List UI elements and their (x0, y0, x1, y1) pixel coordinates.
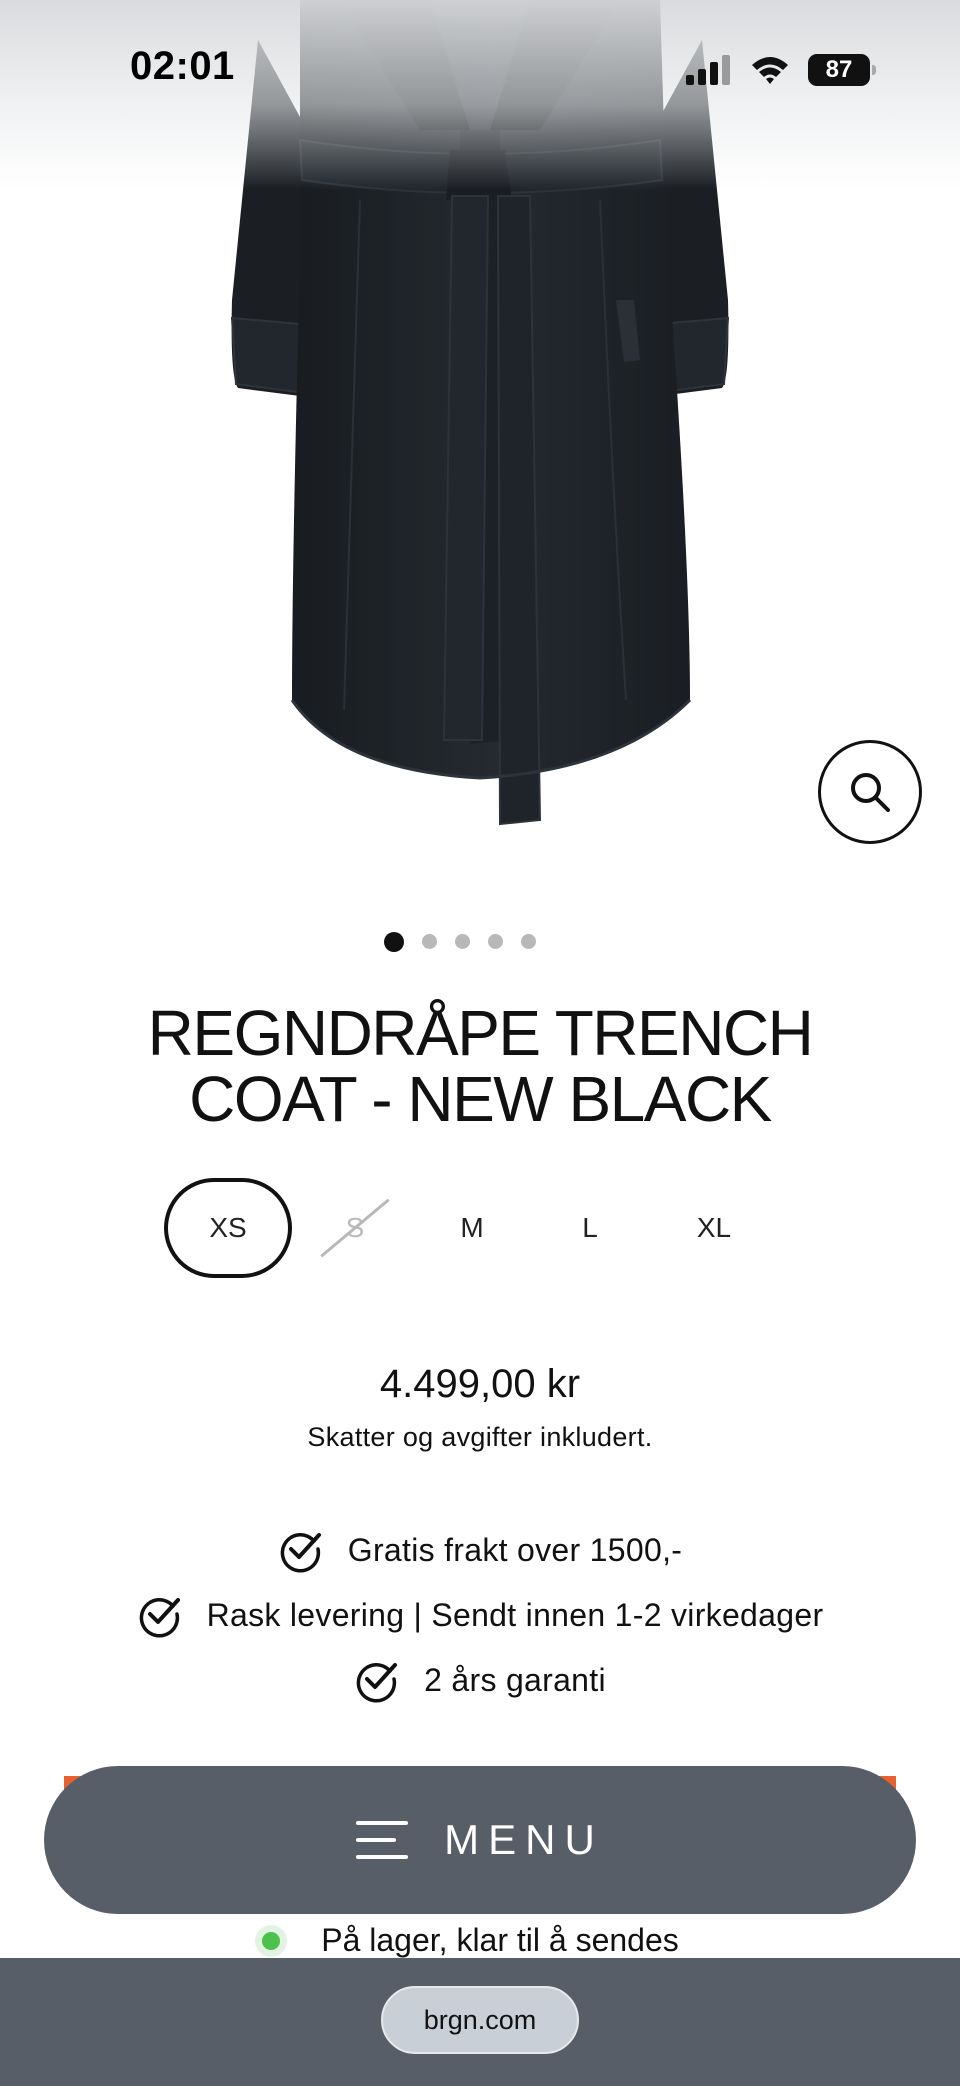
search-icon (851, 773, 890, 812)
feature-item: Gratis frakt over 1500,- (0, 1528, 960, 1573)
product-title: REGNDRÅPE TRENCH COAT - NEW BLACK (147, 997, 814, 1135)
size-selector: XS S M L XL (0, 1178, 960, 1278)
status-time: 02:01 (130, 44, 235, 88)
feature-text: Gratis frakt over 1500,- (347, 1531, 683, 1568)
status-icons: 87 (686, 50, 876, 90)
product-price: 4.499,00 kr (379, 1362, 581, 1406)
carousel-dot-4[interactable] (488, 934, 503, 949)
zoom-button[interactable] (818, 740, 922, 844)
size-label: L (582, 1212, 598, 1243)
battery-icon: 87 (808, 54, 876, 86)
feature-list: Gratis frakt over 1500,- Rask levering |… (0, 1528, 960, 1723)
wifi-icon (752, 57, 788, 84)
battery-nub (872, 65, 876, 75)
feature-item: 2 års garanti (0, 1658, 960, 1703)
size-option-s[interactable]: S (310, 1178, 400, 1278)
battery-level: 87 (825, 56, 853, 83)
stock-status: På lager, klar til å sendes (0, 1922, 947, 1959)
size-option-l[interactable]: L (548, 1178, 632, 1278)
size-label: XL (696, 1212, 732, 1243)
size-option-m[interactable]: M (430, 1178, 514, 1278)
status-bar: 02:01 87 (0, 0, 960, 140)
menu-label: MENU (444, 1816, 604, 1863)
browser-bar: brgn.com (0, 1958, 960, 2086)
menu-button[interactable]: MENU (44, 1766, 916, 1914)
url-bar[interactable]: brgn.com (381, 1986, 579, 2054)
carousel-dot-3[interactable] (455, 934, 470, 949)
url-text: brgn.com (423, 2004, 537, 2035)
unavailable-strike (320, 1198, 390, 1258)
hamburger-icon (356, 1821, 409, 1859)
size-label: XS (209, 1212, 247, 1243)
in-stock-indicator-icon (255, 1924, 288, 1957)
feature-item: Rask levering | Sendt innen 1-2 virkedag… (0, 1593, 960, 1638)
tax-note: Skatter og avgifter inkludert. (307, 1422, 653, 1452)
feature-text: 2 års garanti (424, 1661, 606, 1698)
carousel-dot-2[interactable] (422, 934, 437, 949)
stock-text: På lager, klar til å sendes (321, 1922, 679, 1958)
check-circle-icon (139, 1598, 180, 1638)
size-label: M (460, 1212, 484, 1243)
carousel-dots (0, 932, 940, 952)
carousel-dot-5[interactable] (521, 934, 536, 949)
size-option-xs[interactable]: XS (164, 1178, 292, 1278)
check-circle-icon (356, 1663, 398, 1703)
size-option-xl[interactable]: XL (672, 1178, 756, 1278)
carousel-dot-1[interactable] (384, 932, 404, 952)
check-circle-icon (280, 1533, 321, 1573)
feature-text: Rask levering | Sendt innen 1-2 virkedag… (206, 1596, 824, 1633)
cellular-signal-icon (686, 55, 730, 85)
product-page: 02:01 87 REGNDRÅPE TRENCH COAT - NEW BLA… (0, 0, 960, 2086)
